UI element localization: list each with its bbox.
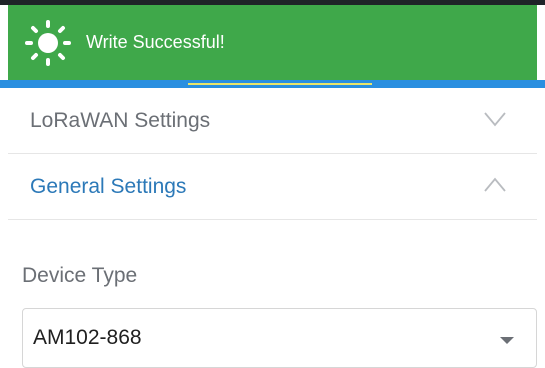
device-type-value: AM102-868	[33, 326, 142, 349]
section-general-settings[interactable]: General Settings	[8, 154, 537, 220]
device-type-select[interactable]: AM102-868	[22, 308, 537, 368]
settings-panel: LoRaWAN Settings General Settings Device…	[8, 88, 537, 368]
section-lorawan-settings[interactable]: LoRaWAN Settings	[8, 88, 537, 154]
toast-message: Write Successful!	[86, 32, 225, 52]
sun-icon	[25, 19, 71, 66]
toast-notification: Write Successful!	[8, 5, 537, 80]
section-label: LoRaWAN Settings	[30, 108, 211, 132]
tab-indicator	[188, 83, 372, 85]
chevron-up-icon	[484, 177, 506, 192]
dropdown-caret-icon	[500, 337, 514, 344]
device-type-label: Device Type	[22, 264, 138, 287]
chevron-down-icon	[484, 112, 506, 127]
section-label: General Settings	[30, 174, 187, 198]
